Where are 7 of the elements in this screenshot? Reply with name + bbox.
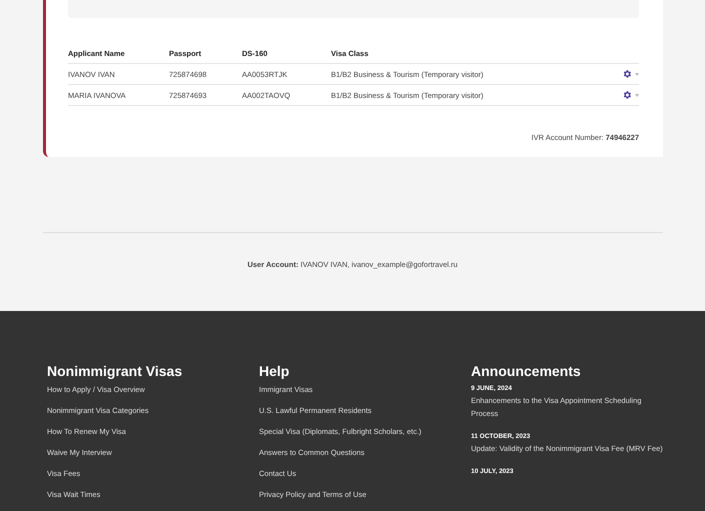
- footer-heading: Announcements: [471, 363, 582, 379]
- footer-heading: Help: [259, 363, 290, 379]
- footer-heading: Nonimmigrant Visas: [47, 363, 184, 379]
- gear-icon: [622, 90, 632, 100]
- caret-icon: [635, 94, 639, 96]
- caret-icon: [635, 72, 639, 76]
- gear-icon: [622, 69, 632, 79]
